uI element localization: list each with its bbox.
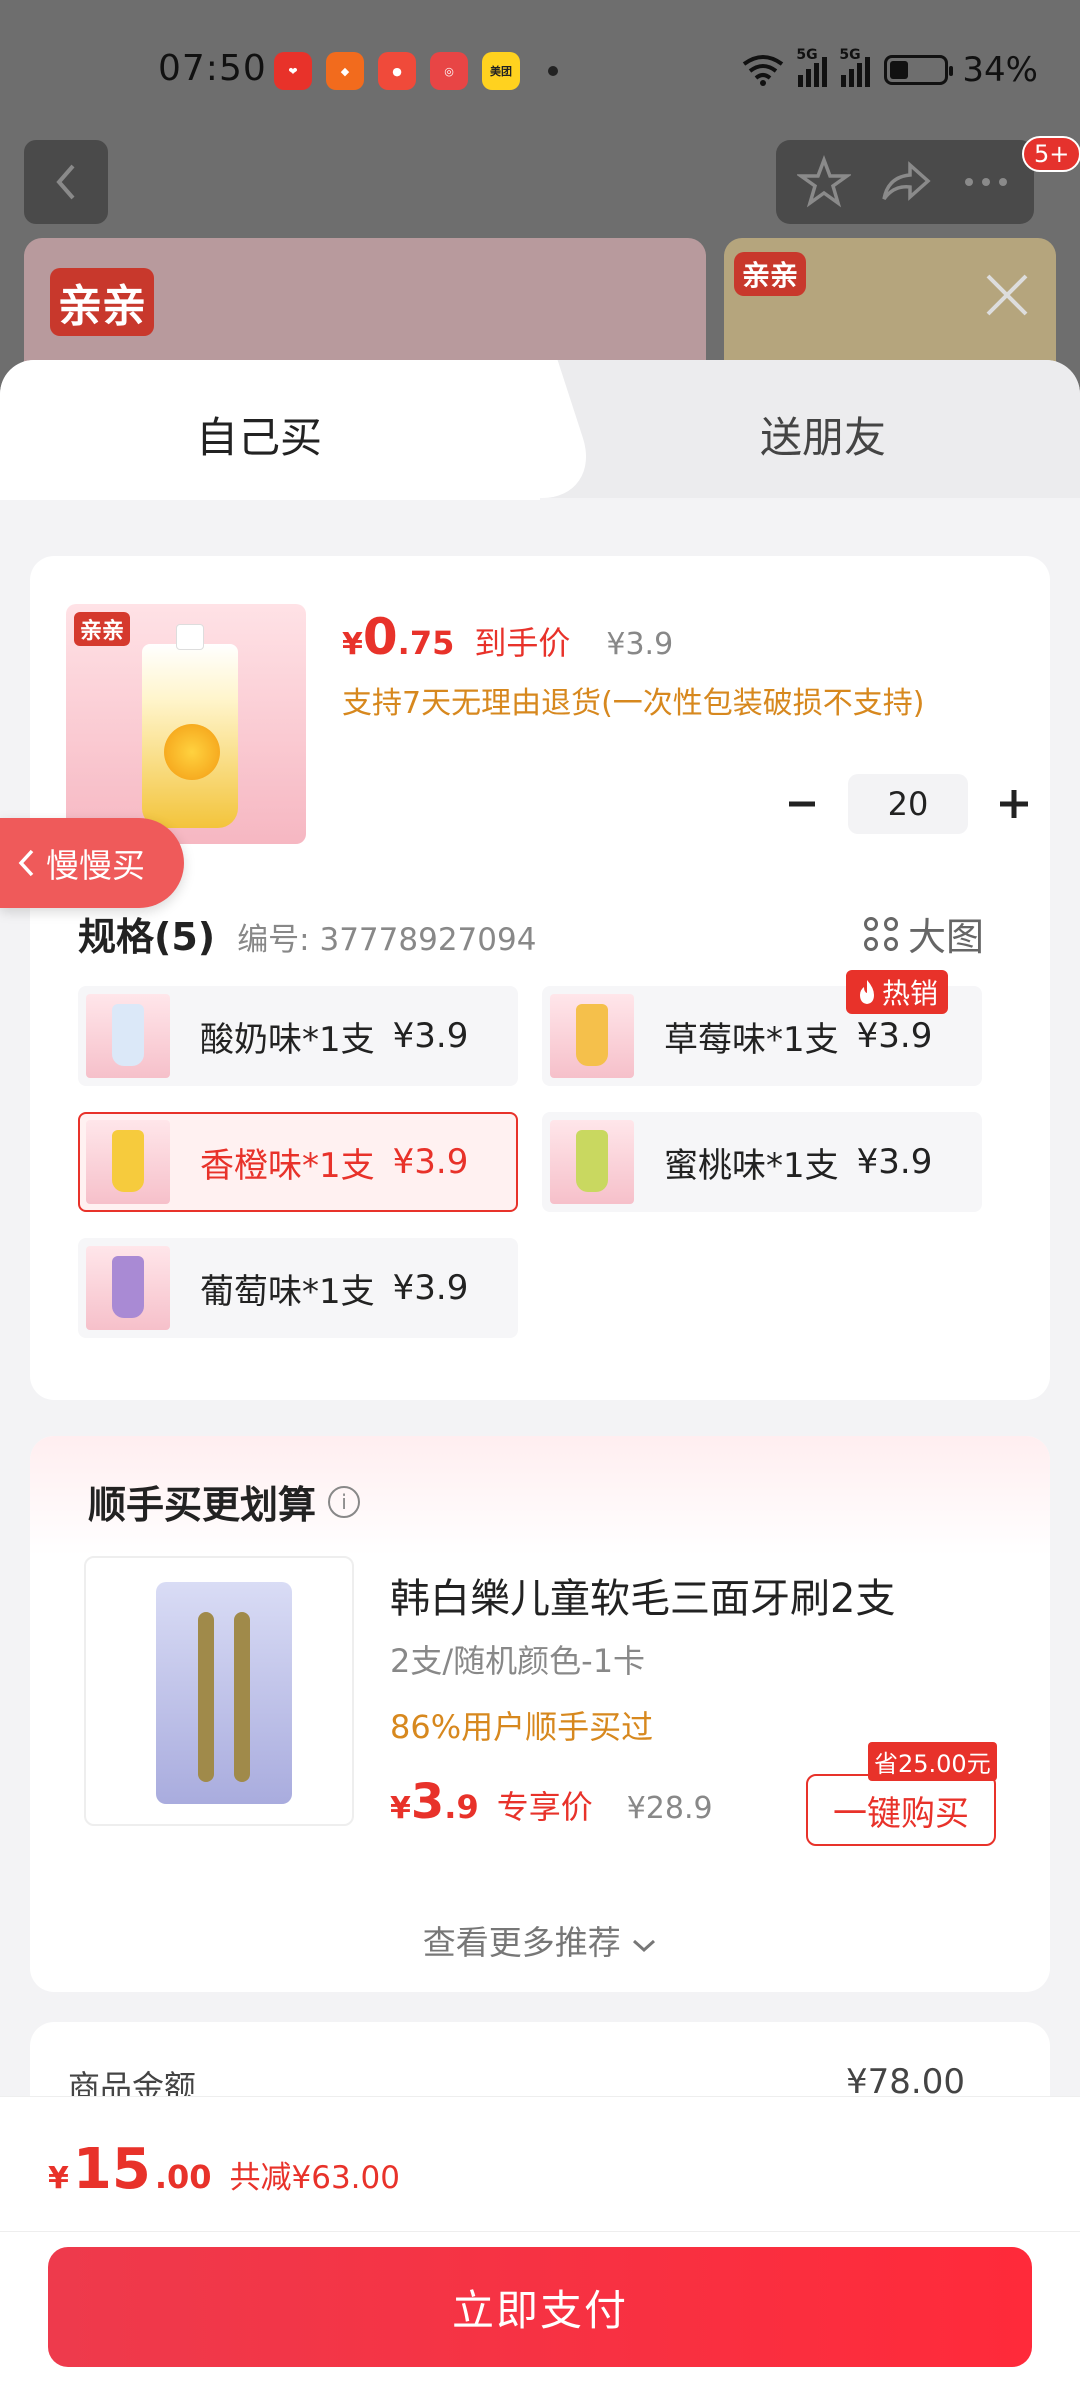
checkout-footer: ¥15.00 共减¥63.00 立即支付 [0, 2096, 1080, 2400]
page-actions [776, 140, 1034, 224]
more-recommendations-link[interactable]: 查看更多推荐 [30, 1916, 1050, 1964]
hot-sale-label: 热销 [882, 977, 939, 1010]
tab-buy-myself[interactable]: 自己买 [0, 360, 540, 500]
addon-product-name[interactable]: 韩白樂儿童软毛三面牙刷2支 [390, 1566, 895, 1624]
addon-card: 顺手买更划算 i 韩白樂儿童软毛三面牙刷2支 2支/随机颜色-1卡 86%用户顺… [30, 1436, 1050, 1992]
purchase-sheet: 送朋友 自己买 亲亲 ¥0.75 到手价 ¥3.9 支持7天无理由退货(一次性包… [0, 360, 1080, 2400]
spec-header: 规格(5) 编号: 37778927094 [78, 906, 536, 961]
battery-icon [884, 55, 954, 85]
big-image-label: 大图 [908, 915, 985, 959]
app-notification-icon: ● [378, 52, 416, 90]
quantity-stepper: 20 [770, 774, 1046, 834]
info-icon[interactable]: i [328, 1485, 361, 1518]
exclusive-price-label: 专享价 [496, 1788, 593, 1826]
purchase-tabs: 送朋友 自己买 [0, 360, 1080, 500]
status-bar: 07:50 ❤ ◆ ● ◎ 美团 5G 5G 34% [0, 0, 1080, 140]
minus-icon [789, 801, 815, 807]
wifi-icon [743, 55, 784, 86]
spec-option-label: 香橙味*1支 [200, 1145, 375, 1186]
more-icon[interactable] [959, 155, 1013, 209]
original-price: ¥3.9 [606, 627, 674, 662]
addon-popularity: 86%用户顺手买过 [390, 1708, 654, 1746]
app-notification-icon: ◆ [326, 52, 364, 90]
spec-option-label: 葡萄味*1支 [200, 1271, 375, 1312]
final-price-label: 到手价 [474, 624, 571, 662]
more-notifications-dot [548, 66, 558, 76]
chevron-left-icon [56, 164, 75, 200]
hot-sale-badge: 热销 [846, 970, 949, 1014]
quantity-value[interactable]: 20 [848, 774, 968, 834]
addon-price: ¥3.9 专享价 ¥28.9 [390, 1774, 713, 1830]
star-icon[interactable] [797, 155, 852, 209]
addon-original-price: ¥28.9 [626, 1791, 713, 1826]
grid-icon [864, 916, 898, 951]
signal-icon: 5G [796, 47, 828, 87]
back-button[interactable] [24, 140, 108, 224]
spec-option-price: ¥3.9 [392, 1142, 469, 1182]
chevron-left-icon [18, 849, 34, 877]
addon-title-text: 顺手买更划算 [88, 1483, 317, 1527]
spec-option-label: 蜜桃味*1支 [664, 1145, 839, 1186]
spec-option-price: ¥3.9 [856, 1016, 933, 1056]
product-image[interactable]: 亲亲 [66, 604, 306, 844]
addon-title: 顺手买更划算 i [88, 1474, 361, 1529]
notification-badge: 5+ [1022, 136, 1080, 172]
app-notification-icon: ❤ [274, 52, 312, 90]
plus-icon [1000, 790, 1028, 818]
spec-option-label: 草莓味*1支 [664, 1019, 839, 1060]
spec-option-price: ¥3.9 [856, 1142, 933, 1182]
spec-option[interactable]: 蜜桃味*1支 ¥3.9 [542, 1112, 982, 1212]
flame-icon [860, 980, 874, 1004]
total-discount: 共减¥63.00 [229, 2160, 400, 2196]
slow-buy-label: 慢慢买 [46, 846, 145, 885]
spec-option-price: ¥3.9 [392, 1268, 469, 1308]
spec-option-selected[interactable]: 香橙味*1支 ¥3.9 [78, 1112, 518, 1212]
increase-button[interactable] [982, 774, 1046, 834]
spec-title: 规格(5) [78, 915, 216, 959]
brand-logo: 亲亲 [50, 268, 154, 336]
savings-badge: 省25.00元 [868, 1742, 997, 1781]
status-app-icons: ❤ ◆ ● ◎ 美团 [274, 52, 520, 90]
status-time: 07:50 [158, 48, 267, 89]
close-icon[interactable] [982, 270, 1032, 320]
addon-product-spec: 2支/随机颜色-1卡 [390, 1642, 646, 1680]
addon-product-image[interactable] [84, 1556, 354, 1826]
brand-logo: 亲亲 [734, 252, 807, 296]
product-banner: 亲亲 [24, 238, 706, 378]
decrease-button[interactable] [770, 774, 834, 834]
signal-icon: 5G [839, 47, 871, 87]
share-icon[interactable] [878, 155, 932, 209]
spec-option-label: 酸奶味*1支 [200, 1019, 375, 1060]
tab-gift-friend[interactable]: 送朋友 [540, 360, 1080, 498]
total-price: ¥15.00 共减¥63.00 [48, 2137, 400, 2202]
spec-option-price: ¥3.9 [392, 1016, 469, 1056]
spec-option[interactable]: 酸奶味*1支 ¥3.9 [78, 986, 518, 1086]
chevron-down-icon [633, 1939, 656, 1953]
tab-label: 送朋友 [760, 413, 887, 462]
battery-percent: 34% [962, 50, 1038, 90]
big-image-button[interactable]: 大图 [864, 906, 984, 961]
more-recommendations-label: 查看更多推荐 [422, 1923, 621, 1962]
app-notification-icon: ◎ [430, 52, 468, 90]
product-code: 编号: 37778927094 [237, 922, 537, 958]
meituan-icon: 美团 [482, 52, 520, 90]
one-click-buy-button[interactable]: 一键购买 [806, 1774, 996, 1846]
brand-logo: 亲亲 [74, 612, 131, 646]
pay-now-button[interactable]: 立即支付 [48, 2247, 1032, 2367]
product-price: ¥0.75 到手价 ¥3.9 [342, 608, 674, 666]
tab-label: 自己买 [196, 413, 323, 462]
slow-buy-tab[interactable]: 慢慢买 [0, 818, 184, 908]
spec-option[interactable]: 葡萄味*1支 ¥3.9 [78, 1238, 518, 1338]
return-policy: 支持7天无理由退货(一次性包装破损不支持) [342, 686, 925, 721]
